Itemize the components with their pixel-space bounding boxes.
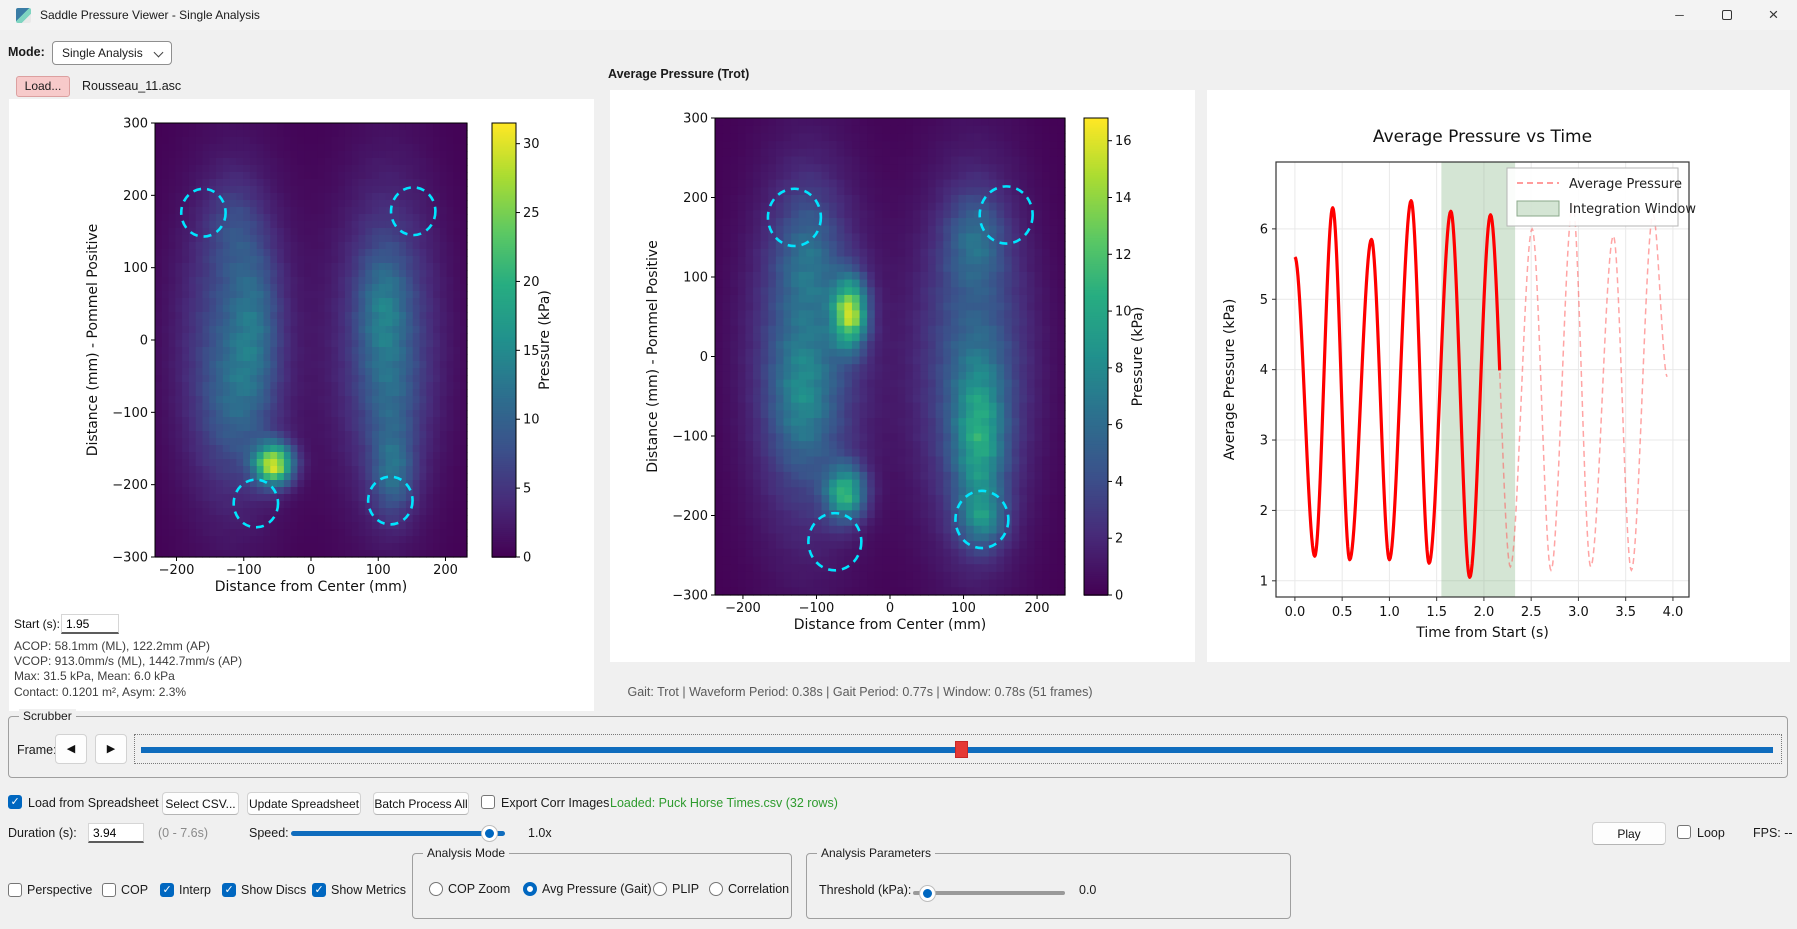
cop-zoom-label: COP Zoom <box>448 881 511 896</box>
perspective-label: Perspective <box>27 882 93 897</box>
app-icon <box>16 8 31 23</box>
chevron-down-icon <box>153 47 164 58</box>
correlation-radio[interactable] <box>709 881 723 896</box>
loop-label: Loop <box>1697 826 1725 840</box>
title-bar: Saddle Pressure Viewer - Single Analysis… <box>0 0 1797 30</box>
batch-process-all-button[interactable]: Batch Process All <box>373 792 469 815</box>
mode-select[interactable]: Single Analysis <box>52 41 172 65</box>
show-discs-checkbox[interactable] <box>222 882 236 897</box>
plip-radio[interactable] <box>653 881 667 896</box>
loaded-filename: Rousseau_11.asc <box>82 79 182 93</box>
start-time-row: Start (s): <box>14 614 119 634</box>
speed-slider-handle[interactable] <box>482 826 498 841</box>
load-button[interactable]: Load... <box>16 76 70 97</box>
analysis-mode-group: Analysis Mode COP Zoom Avg Pressure (Gai… <box>412 846 792 919</box>
frame-pressure-panel: Start (s): ACOP: 58.1mm (ML), 122.2mm (A… <box>9 99 594 711</box>
option-avg-pressure: Avg Pressure (Gait) <box>523 881 652 896</box>
scrubber-handle[interactable] <box>955 741 969 758</box>
show-metrics-label: Show Metrics <box>331 882 407 897</box>
toggle-cop: COP <box>102 882 148 897</box>
export-corr-images-checkbox[interactable] <box>481 795 495 809</box>
mode-label: Mode: <box>8 45 45 59</box>
app-window: Saddle Pressure Viewer - Single Analysis… <box>0 0 1797 929</box>
avg-pressure-vs-time-chart <box>1207 90 1790 662</box>
show-discs-label: Show Discs <box>241 882 307 897</box>
toggle-show-metrics: Show Metrics <box>312 882 406 897</box>
minimize-icon[interactable]: ─ <box>1656 0 1703 30</box>
close-icon[interactable]: × <box>1750 0 1797 30</box>
interp-label: Interp <box>179 882 211 897</box>
frame-slider[interactable] <box>134 734 1782 764</box>
duration-label: Duration (s): <box>8 826 77 840</box>
toggle-interp: Interp <box>160 882 211 897</box>
metric-max-mean: Max: 31.5 kPa, Mean: 6.0 kPa <box>14 669 175 684</box>
duration-range-hint: (0 - 7.6s) <box>158 826 209 840</box>
frame-pressure-heatmap <box>9 99 594 614</box>
csv-loaded-status: Loaded: Puck Horse Times.csv (32 rows) <box>610 796 838 810</box>
option-cop-zoom: COP Zoom <box>429 881 510 896</box>
metric-contact-asym: Contact: 0.1201 m², Asym: 2.3% <box>14 684 187 699</box>
load-from-spreadsheet-label: Load from Spreadsheet <box>28 796 159 810</box>
show-metrics-checkbox[interactable] <box>312 882 326 897</box>
next-frame-icon: ▶ <box>106 743 116 755</box>
frame-prev-button[interactable]: ◀ <box>55 734 87 764</box>
load-from-spreadsheet-checkbox[interactable] <box>8 795 22 809</box>
speed-value: 1.0x <box>528 826 552 840</box>
start-time-label: Start (s): <box>14 617 61 631</box>
analysis-parameters-label: Analysis Parameters <box>817 846 936 860</box>
update-spreadsheet-button[interactable]: Update Spreadsheet <box>247 792 361 815</box>
start-time-input[interactable] <box>61 614 119 634</box>
avg-pressure-title: Average Pressure (Trot) <box>608 67 750 81</box>
analysis-mode-label: Analysis Mode <box>423 846 510 860</box>
analysis-parameters-group: Analysis Parameters Threshold (kPa): 0.0 <box>806 846 1291 919</box>
prev-frame-icon: ◀ <box>66 743 76 755</box>
cop-checkbox[interactable] <box>102 882 116 897</box>
mode-select-value: Single Analysis <box>62 46 143 60</box>
threshold-value: 0.0 <box>1079 883 1097 897</box>
speed-label: Speed: <box>249 826 289 840</box>
threshold-label: Threshold (kPa): <box>819 883 912 897</box>
scrubber-group-label: Scrubber <box>19 709 76 723</box>
window-title: Saddle Pressure Viewer - Single Analysis <box>40 8 260 22</box>
select-csv-button[interactable]: Select CSV... <box>162 792 239 815</box>
frame-metrics: ACOP: 58.1mm (ML), 122.2mm (AP) VCOP: 91… <box>14 639 242 700</box>
correlation-label: Correlation <box>728 881 790 896</box>
interp-checkbox[interactable] <box>160 882 174 897</box>
plip-label: PLIP <box>672 881 700 896</box>
play-button[interactable]: Play <box>1592 822 1666 845</box>
time-series-panel <box>1207 90 1790 662</box>
option-plip: PLIP <box>653 881 699 896</box>
avg-pressure-heatmap <box>610 90 1195 662</box>
threshold-slider-handle[interactable] <box>919 886 935 901</box>
frame-label: Frame: <box>17 743 57 757</box>
toggle-show-discs: Show Discs <box>222 882 306 897</box>
view-toggles-row: Perspective COP Interp Show Discs Show M… <box>0 882 410 902</box>
frame-next-button[interactable]: ▶ <box>95 734 127 764</box>
option-correlation: Correlation <box>709 881 789 896</box>
scrubber-group: Scrubber Frame: ◀ ▶ <box>8 709 1788 778</box>
avg-pressure-radio[interactable] <box>523 881 537 896</box>
export-corr-images-label: Export Corr Images <box>501 796 610 810</box>
duration-row: Duration (s): (0 - 7.6s) Speed: 1.0x Pla… <box>0 822 1797 846</box>
threshold-slider[interactable] <box>913 886 1065 901</box>
maximize-box <box>1721 10 1732 20</box>
maximize-icon[interactable] <box>1703 0 1750 30</box>
metric-vcop: VCOP: 913.0mm/s (ML), 1442.7mm/s (AP) <box>14 654 243 669</box>
fps-indicator: FPS: -- <box>1753 826 1793 840</box>
loop-checkbox[interactable] <box>1677 825 1691 839</box>
avg-pressure-panel <box>610 90 1195 662</box>
avg-pressure-label: Avg Pressure (Gait) <box>542 881 652 896</box>
gait-status-line: Gait: Trot | Waveform Period: 0.38s | Ga… <box>627 685 1093 699</box>
cop-zoom-radio[interactable] <box>429 881 443 896</box>
metric-acop: ACOP: 58.1mm (ML), 122.2mm (AP) <box>14 639 211 653</box>
cop-label: COP <box>121 882 149 897</box>
perspective-checkbox[interactable] <box>8 882 22 897</box>
spreadsheet-row: Load from Spreadsheet Select CSV... Upda… <box>0 792 1797 816</box>
toggle-perspective: Perspective <box>8 882 92 897</box>
duration-input[interactable] <box>88 823 144 843</box>
speed-slider[interactable] <box>291 826 505 841</box>
